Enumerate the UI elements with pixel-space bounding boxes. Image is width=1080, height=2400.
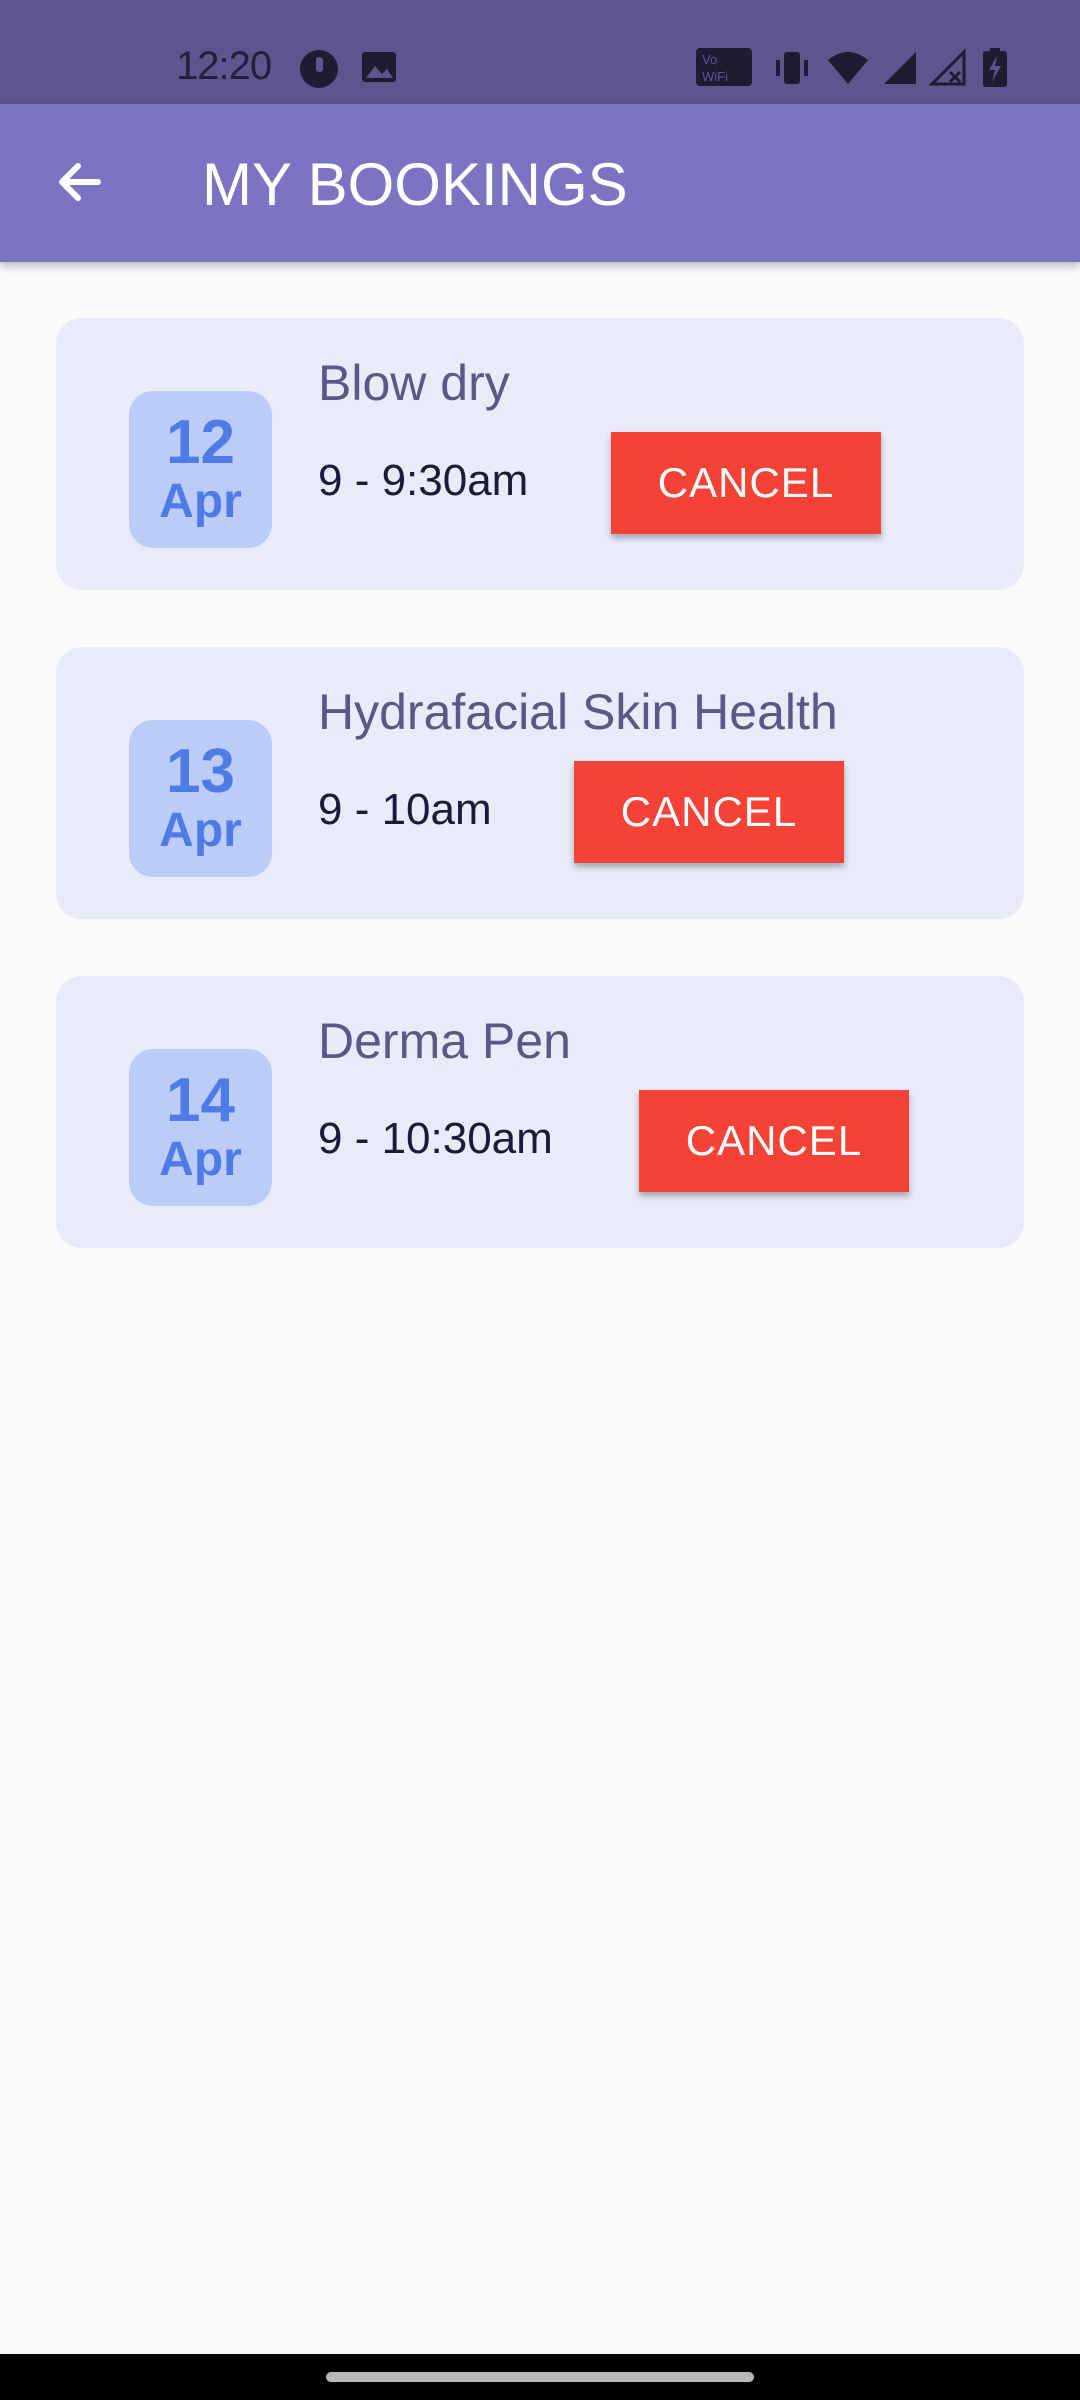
date-day: 14: [166, 1065, 235, 1135]
svg-text:Vo: Vo: [702, 52, 717, 67]
date-day: 12: [166, 407, 235, 477]
vowifi-icon: Vo WiFi: [696, 48, 752, 91]
battery-charging-icon: [982, 48, 1008, 93]
service-name: Hydrafacial Skin Health: [318, 684, 838, 740]
time-slot: 9 - 10:30am: [318, 1114, 553, 1163]
date-day: 13: [166, 736, 235, 806]
date-badge: 14 Apr: [129, 1049, 272, 1206]
cancel-button[interactable]: CANCEL: [639, 1090, 909, 1192]
signal-off-icon: [928, 48, 968, 93]
vibrate-icon: [772, 48, 812, 93]
service-name: Derma Pen: [318, 1013, 571, 1069]
page-title: MY BOOKINGS: [202, 151, 628, 218]
date-month: Apr: [159, 474, 242, 528]
image-icon: [360, 48, 398, 91]
wifi-icon: [826, 48, 870, 93]
booking-card: 14 Apr Derma Pen 9 - 10:30am CANCEL: [56, 976, 1024, 1248]
date-badge: 12 Apr: [129, 391, 272, 548]
date-badge: 13 Apr: [129, 720, 272, 877]
time-slot: 9 - 10am: [318, 785, 492, 834]
home-indicator[interactable]: [326, 2372, 754, 2382]
status-time: 12:20: [176, 44, 272, 88]
arrow-back-icon: [54, 156, 106, 213]
date-month: Apr: [159, 803, 242, 857]
circle-app-icon: [298, 48, 340, 95]
cancel-button[interactable]: CANCEL: [574, 761, 844, 863]
status-bar: 12:20 Vo WiFi: [0, 0, 1080, 104]
cancel-button[interactable]: CANCEL: [611, 432, 881, 534]
app-bar: MY BOOKINGS: [0, 104, 1080, 262]
booking-card: 12 Apr Blow dry 9 - 9:30am CANCEL: [56, 318, 1024, 590]
signal-icon: [880, 48, 920, 93]
navigation-bar: [0, 2354, 1080, 2400]
service-name: Blow dry: [318, 355, 510, 411]
date-month: Apr: [159, 1132, 242, 1186]
booking-card: 13 Apr Hydrafacial Skin Health 9 - 10am …: [56, 647, 1024, 919]
bookings-list: 12 Apr Blow dry 9 - 9:30am CANCEL 13 Apr…: [56, 318, 1024, 1305]
svg-text:WiFi: WiFi: [702, 69, 728, 84]
time-slot: 9 - 9:30am: [318, 456, 529, 505]
back-button[interactable]: [40, 144, 120, 224]
